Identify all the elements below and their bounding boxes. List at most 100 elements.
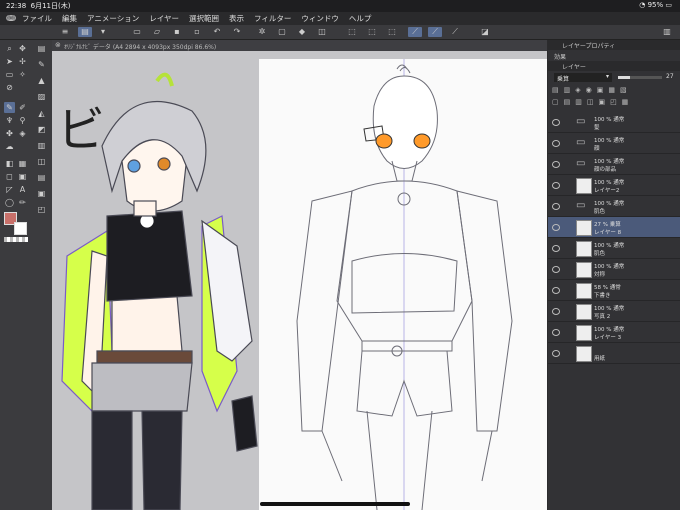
blend-mode-select[interactable]: 乗算 ▾ [554, 73, 612, 83]
document-tab[interactable]: ⊗ ｵﾘｼﾞﾅﾙﾅﾋﾞ データ (A4 2894 x 4093px 350dpi… [52, 40, 547, 51]
operation-tool-icon[interactable]: ➤ [4, 56, 15, 67]
layer-row[interactable]: 100 % 通常 レイヤー 3 [548, 322, 680, 343]
transform-icon[interactable]: ◫ [315, 27, 329, 37]
menu-file[interactable]: ファイル [22, 13, 52, 24]
eye-icon[interactable] [552, 203, 560, 210]
grid-snap-icon[interactable]: ⟋ [448, 27, 462, 37]
move-tool-icon[interactable]: ✥ [17, 43, 28, 54]
layer-row[interactable]: 100 % 通常 肌色 [548, 238, 680, 259]
fill-icon[interactable]: ◆ [295, 27, 309, 37]
balloon-tool-icon[interactable]: ◯ [4, 197, 15, 208]
open-file-icon[interactable]: ▱ [150, 27, 164, 37]
eye-icon[interactable] [552, 308, 560, 315]
canvas-settings-icon[interactable]: ▾ [96, 27, 110, 37]
menu-help[interactable]: ヘルプ [349, 13, 372, 24]
sub-tool-7-icon[interactable]: ▥ [36, 140, 47, 151]
drawing-canvas[interactable]: ビ [52, 51, 547, 510]
line-correction-icon[interactable]: ✏ [17, 197, 28, 208]
eraser-tool-icon[interactable]: ◈ [17, 128, 28, 139]
zoom-tool-icon[interactable]: ⌕ [4, 43, 15, 54]
blend-tool-icon[interactable]: ☁ [4, 141, 15, 152]
redo-icon[interactable]: ↷ [230, 27, 244, 37]
panel-toggle-icon[interactable]: ▥ [660, 27, 674, 37]
layer-row[interactable]: 58 % 通常 下書き [548, 280, 680, 301]
transparent-color-swatch[interactable] [4, 237, 28, 242]
move-layer-icon[interactable]: ✢ [17, 56, 28, 67]
undo-icon[interactable]: ↶ [210, 27, 224, 37]
text-tool-icon[interactable]: A [17, 184, 28, 195]
crop-icon[interactable]: ⬚ [385, 27, 399, 37]
layer-toolbar-row-2[interactable]: ▢▤▥◫▣◰▦ [552, 98, 678, 108]
eye-icon[interactable] [552, 182, 560, 189]
layer-row[interactable]: 100 % 通常 対称 [548, 259, 680, 280]
menu-view[interactable]: 表示 [229, 13, 244, 24]
auto-select-icon[interactable]: ✧ [17, 69, 28, 80]
pencil-tool-icon[interactable]: ✐ [17, 102, 28, 113]
eye-icon[interactable] [552, 119, 560, 126]
close-tab-icon[interactable]: ⊗ [55, 41, 61, 49]
clear-icon[interactable]: ▢ [275, 27, 289, 37]
deselect-icon[interactable]: ⬚ [345, 27, 359, 37]
sub-tool-8-icon[interactable]: ◫ [36, 156, 47, 167]
airbrush-tool-icon[interactable]: ⚲ [17, 115, 28, 126]
eye-icon[interactable] [552, 224, 560, 231]
frame-tool-icon[interactable]: ▣ [17, 171, 28, 182]
sub-tool-3-icon[interactable]: ▲ [36, 75, 47, 86]
sub-color-swatch[interactable] [14, 222, 27, 235]
layer-row[interactable]: ▭ 100 % 通常髪 [548, 112, 680, 133]
layer-row[interactable]: ▭ 100 % 通常顔 [548, 133, 680, 154]
eye-icon[interactable] [552, 266, 560, 273]
sub-tool-5-icon[interactable]: ◭ [36, 108, 47, 119]
layer-row[interactable]: ▭ 100 % 通常 肌色 [548, 196, 680, 217]
invert-selection-icon[interactable]: ⬚ [365, 27, 379, 37]
sub-tool-1-icon[interactable]: ▤ [36, 43, 47, 54]
menu-selection[interactable]: 選択範囲 [189, 13, 219, 24]
ruler-tool-icon[interactable]: ◸ [4, 184, 15, 195]
save-icon[interactable]: ▪ [170, 27, 184, 37]
new-file-icon[interactable]: ▭ [130, 27, 144, 37]
layer-panel-header[interactable]: レイヤー [548, 61, 680, 71]
menu-filter[interactable]: フィルター [254, 13, 291, 24]
brush-tool-icon[interactable]: ♆ [4, 115, 15, 126]
opacity-slider[interactable] [618, 76, 662, 79]
sub-tool-11-icon[interactable]: ◰ [36, 204, 47, 215]
figure-tool-icon[interactable]: ◻ [4, 171, 15, 182]
eye-icon[interactable] [552, 350, 560, 357]
layer-row[interactable]: ▭ 100 % 通常 顔の部品 [548, 154, 680, 175]
layer-row[interactable]: 用紙 [548, 343, 680, 364]
chevron-down-icon: ▾ [605, 73, 609, 80]
fill-tool-icon[interactable]: ◧ [4, 158, 15, 169]
layer-toolbar-row-1[interactable]: ▤▥◈◉▣▦▧ [552, 86, 678, 96]
eyedropper-icon[interactable]: ⊘ [4, 82, 15, 93]
menu-layer[interactable]: レイヤー [149, 13, 179, 24]
eye-icon[interactable] [552, 329, 560, 336]
layer-row[interactable]: 27 % 乗算 レイヤー 8 [548, 217, 680, 238]
selection-tool-icon[interactable]: ▭ [4, 69, 15, 80]
quick-access-icon[interactable]: ◪ [478, 27, 492, 37]
busy-icon[interactable]: ✲ [255, 27, 269, 37]
export-icon[interactable]: ▫ [190, 27, 204, 37]
sub-tool-4-icon[interactable]: ▨ [36, 91, 47, 102]
eye-icon[interactable] [552, 245, 560, 252]
layer-row[interactable]: 100 % 通常 レイヤー2 [548, 175, 680, 196]
hamburger-menu-icon[interactable]: ≡ [58, 27, 72, 37]
pen-tool-icon[interactable]: ✎ [4, 102, 15, 113]
eye-icon[interactable] [552, 140, 560, 147]
eye-icon[interactable] [552, 161, 560, 168]
special-ruler-snap-icon[interactable]: ⟋ [428, 27, 442, 37]
eye-icon[interactable] [552, 287, 560, 294]
decoration-tool-icon[interactable]: ✤ [4, 128, 15, 139]
menu-edit[interactable]: 編集 [62, 13, 77, 24]
new-canvas-icon[interactable]: ▤ [78, 27, 92, 37]
app-logo-icon[interactable]: ↈ [0, 14, 22, 24]
gradient-tool-icon[interactable]: ▦ [17, 158, 28, 169]
sub-tool-9-icon[interactable]: ▤ [36, 172, 47, 183]
layer-row[interactable]: 100 % 通常 写真 2 [548, 301, 680, 322]
menu-window[interactable]: ウィンドウ [301, 13, 339, 24]
menu-animation[interactable]: アニメーション [87, 13, 139, 24]
ruler-snap-icon[interactable]: ⟋ [408, 27, 422, 37]
sub-tool-2-icon[interactable]: ✎ [36, 59, 47, 70]
layer-property-header[interactable]: レイヤープロパティ [548, 40, 680, 50]
sub-tool-6-icon[interactable]: ◩ [36, 124, 47, 135]
sub-tool-10-icon[interactable]: ▣ [36, 188, 47, 199]
